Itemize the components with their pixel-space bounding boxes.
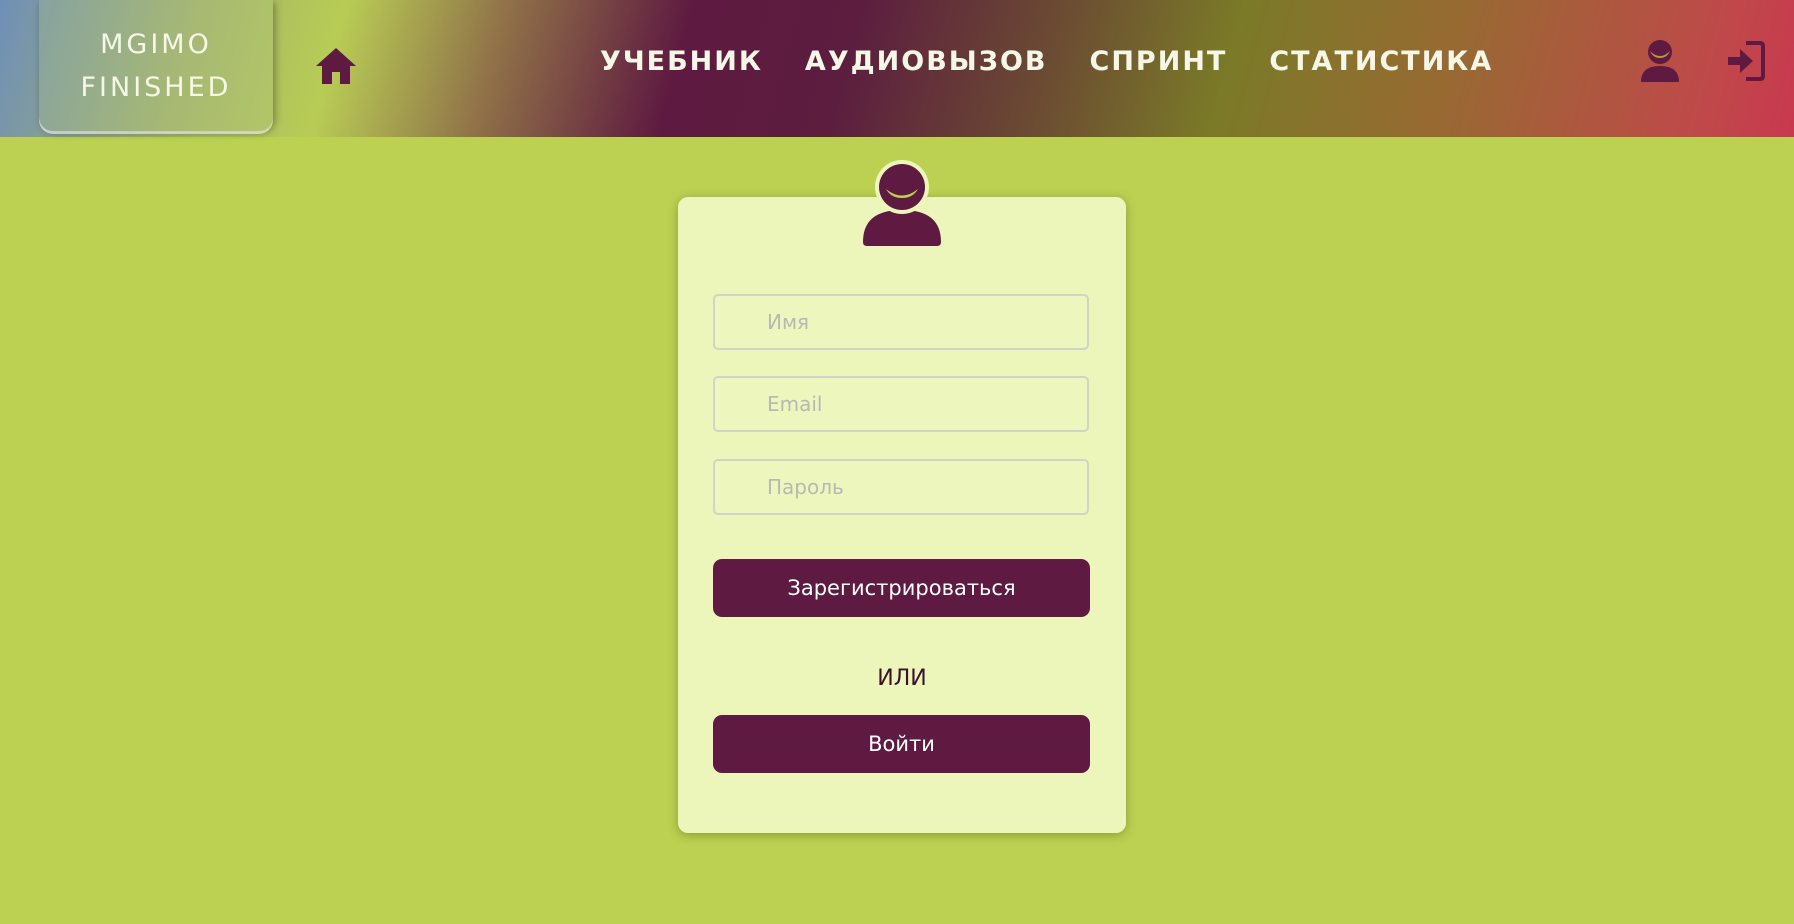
nav-item-audiocall[interactable]: АУДИОВЫЗОВ [805,46,1048,77]
nav-item-statistics[interactable]: СТАТИСТИКА [1269,46,1493,77]
nav-item-textbook[interactable]: УЧЕБНИК [600,46,763,77]
logo-line-1: MGIMO [100,28,212,60]
home-icon[interactable] [314,44,358,88]
logo-line-2: FINISHED [80,71,232,103]
user-icon[interactable] [1637,38,1683,84]
register-button[interactable]: Зарегистрироваться [713,559,1090,617]
sign-in-icon[interactable] [1722,38,1768,84]
or-divider: ИЛИ [877,666,927,691]
email-input[interactable] [713,376,1089,432]
nav-item-sprint[interactable]: СПРИНТ [1090,46,1228,77]
logo[interactable]: MGIMO FINISHED [39,0,273,131]
header: MGIMO FINISHED УЧЕБНИК АУДИОВЫЗОВ СПРИНТ… [0,0,1794,137]
name-input[interactable] [713,294,1089,350]
password-input[interactable] [713,459,1089,515]
login-button[interactable]: Войти [713,715,1090,773]
user-avatar-icon [863,160,941,246]
main-nav: УЧЕБНИК АУДИОВЫЗОВ СПРИНТ СТАТИСТИКА [600,46,1493,77]
